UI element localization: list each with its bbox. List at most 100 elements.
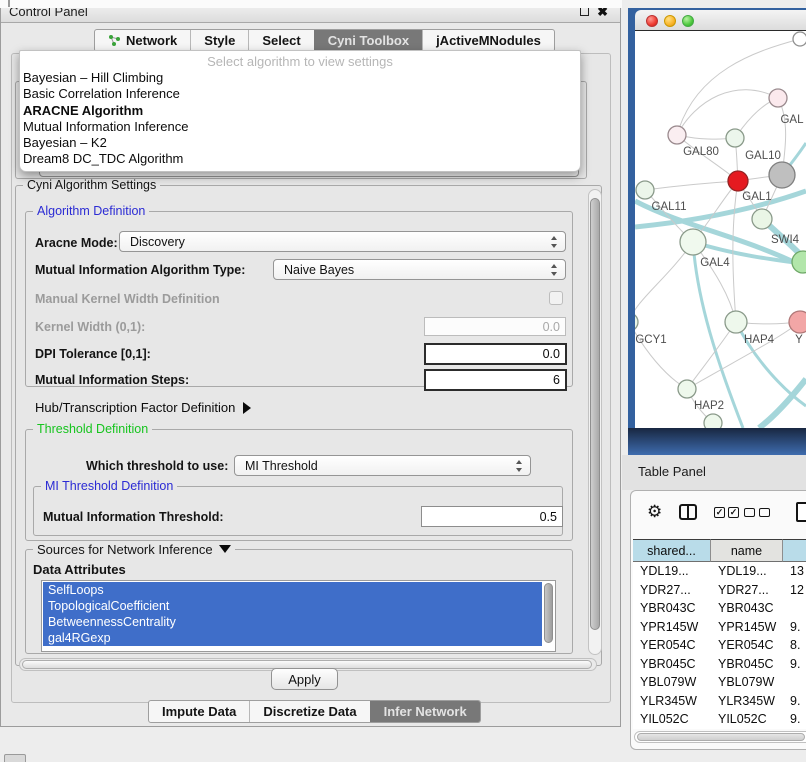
network-edge[interactable] — [635, 322, 687, 389]
table-row[interactable]: YER054CYER054C8. — [633, 636, 806, 655]
network-node-label: GAL80 — [683, 146, 719, 158]
mi-steps-input[interactable] — [424, 369, 567, 391]
hub-definition-toggle[interactable]: Hub/Transcription Factor Definition — [35, 399, 251, 417]
close-icon[interactable]: ✖ — [597, 7, 608, 17]
tab-jactivemnodules[interactable]: jActiveMNodules — [422, 30, 554, 51]
network-node[interactable] — [704, 414, 722, 428]
top-strip-tick — [8, 0, 10, 7]
gear-icon[interactable]: ⚙ — [647, 502, 662, 522]
algorithm-option[interactable]: ARACNE Algorithm — [20, 103, 580, 119]
table-row[interactable]: YBR045CYBR045C9. — [633, 655, 806, 674]
network-canvas[interactable]: GALGAL80GAL10GAL1GAL11SWI4GAL4GCY1HAP4YH… — [635, 31, 806, 428]
network-node-label: GAL1 — [742, 191, 771, 203]
network-node-label: HAP2 — [694, 400, 724, 412]
table-row[interactable]: YBL079WYBL079W — [633, 673, 806, 692]
kernel-width-input[interactable] — [424, 317, 566, 336]
columns-icon[interactable] — [679, 504, 697, 520]
attribute-list-scrollbar[interactable] — [544, 583, 553, 643]
bottom-tab-discretize-data[interactable]: Discretize Data — [249, 701, 369, 722]
table-panel-title: Table Panel — [638, 464, 706, 479]
column-header-name[interactable]: name — [711, 539, 783, 562]
tab-style[interactable]: Style — [190, 30, 248, 51]
settings-vertical-scrollbar[interactable] — [588, 189, 602, 655]
algorithm-option[interactable]: Bayesian – K2 — [20, 135, 580, 151]
table-toolbar: ⚙ ✓✓ — [631, 491, 806, 537]
network-node-label: Y — [795, 334, 803, 346]
float-window-icon[interactable] — [580, 7, 589, 16]
network-node-gal11[interactable] — [636, 181, 654, 199]
manual-kernel-width-checkbox[interactable] — [549, 291, 563, 305]
mi-algorithm-type-select[interactable]: Naive Bayes — [273, 259, 566, 280]
network-edge[interactable] — [645, 181, 738, 190]
manual-kernel-width-label: Manual Kernel Width Definition — [35, 291, 220, 307]
tab-select[interactable]: Select — [248, 30, 313, 51]
algorithm-definition-legend: Algorithm Definition — [33, 204, 149, 218]
network-node-gal4[interactable] — [680, 229, 706, 255]
mi-threshold-input[interactable] — [421, 506, 563, 527]
tab-label: Cyni Toolbox — [328, 33, 409, 48]
network-node-y[interactable] — [789, 311, 806, 333]
data-attribute-item[interactable]: BetweennessCentrality — [43, 614, 542, 630]
network-edge[interactable] — [687, 322, 800, 389]
tab-label: Style — [204, 33, 235, 48]
column-header-shared[interactable]: shared... — [633, 539, 711, 562]
table-row[interactable]: YLR345WYLR345W9. — [633, 692, 806, 711]
algorithm-option[interactable]: Bayesian – Hill Climbing — [20, 70, 580, 86]
export-table-icon[interactable] — [796, 502, 806, 522]
checked-columns-icon[interactable]: ✓✓ — [714, 507, 739, 518]
tab-cyni-toolbox[interactable]: Cyni Toolbox — [314, 30, 422, 51]
table-cell: YIL052C — [633, 710, 711, 729]
apply-button-label: Apply — [288, 672, 321, 687]
algorithm-option[interactable]: Mutual Information Inference — [20, 119, 580, 135]
data-attribute-item[interactable]: gal4RGexp — [43, 630, 542, 646]
column-header-a[interactable]: A — [783, 539, 806, 562]
table-cell: YBL079W — [633, 673, 711, 692]
table-row[interactable]: YDR27...YDR27...12 — [633, 581, 806, 600]
network-node-gal10[interactable] — [726, 129, 744, 147]
network-edge[interactable] — [677, 90, 778, 135]
network-edge[interactable] — [635, 242, 693, 322]
table-cell: YLR345W — [633, 692, 711, 711]
network-node[interactable] — [793, 32, 806, 46]
table-cell: YLR345W — [711, 692, 783, 711]
unchecked-columns-icon[interactable] — [744, 508, 770, 517]
network-node-hap2[interactable] — [678, 380, 696, 398]
data-attribute-item[interactable]: TopologicalCoefficient — [43, 598, 542, 614]
data-attributes-list[interactable]: SelfLoopsTopologicalCoefficientBetweenne… — [41, 580, 556, 652]
network-edge[interactable] — [687, 322, 736, 389]
table-row[interactable]: YDL19...YDL19...13 — [633, 562, 806, 581]
table-row[interactable]: YPR145WYPR145W9. — [633, 618, 806, 637]
which-threshold-select[interactable]: MI Threshold — [234, 455, 531, 476]
network-node-gal80[interactable] — [668, 126, 686, 144]
table-cell: YBR045C — [711, 655, 783, 674]
network-node-gal[interactable] — [769, 89, 787, 107]
bottom-tab-infer-network[interactable]: Infer Network — [370, 701, 480, 722]
table-row[interactable]: YIL052CYIL052C9. — [633, 710, 806, 729]
network-node-hap4[interactable] — [725, 311, 747, 333]
network-node-gal1[interactable] — [728, 171, 748, 191]
data-attribute-item[interactable]: SelfLoops — [43, 582, 542, 598]
table-horizontal-scrollbar[interactable] — [634, 731, 806, 743]
dpi-tolerance-input[interactable] — [424, 343, 567, 365]
network-node[interactable] — [792, 251, 806, 273]
apply-button[interactable]: Apply — [271, 668, 338, 690]
bottom-tab-impute-data[interactable]: Impute Data — [149, 701, 249, 722]
algorithm-option[interactable]: Dream8 DC_TDC Algorithm — [20, 151, 580, 167]
network-node[interactable] — [769, 162, 795, 188]
window-grip[interactable] — [4, 754, 26, 762]
mac-minimize-button[interactable] — [664, 15, 676, 27]
tab-network[interactable]: Network — [95, 30, 190, 51]
network-window-titlebar[interactable] — [635, 10, 806, 31]
sources-legend[interactable]: Sources for Network Inference — [33, 542, 235, 557]
algorithm-option[interactable]: Basic Correlation Inference — [20, 86, 580, 102]
network-node-gcy1[interactable] — [635, 313, 638, 331]
network-node-swi4[interactable] — [752, 209, 772, 229]
mi-threshold-legend: MI Threshold Definition — [41, 479, 177, 493]
table-cell — [783, 673, 806, 692]
aracne-mode-select[interactable]: Discovery — [119, 231, 566, 252]
mac-close-button[interactable] — [646, 15, 658, 27]
algorithm-dropdown-list[interactable]: Select algorithm to view settings Bayesi… — [19, 50, 581, 172]
tab-label: Discretize Data — [263, 704, 356, 719]
mac-zoom-button[interactable] — [682, 15, 694, 27]
table-row[interactable]: YBR043CYBR043C — [633, 599, 806, 618]
